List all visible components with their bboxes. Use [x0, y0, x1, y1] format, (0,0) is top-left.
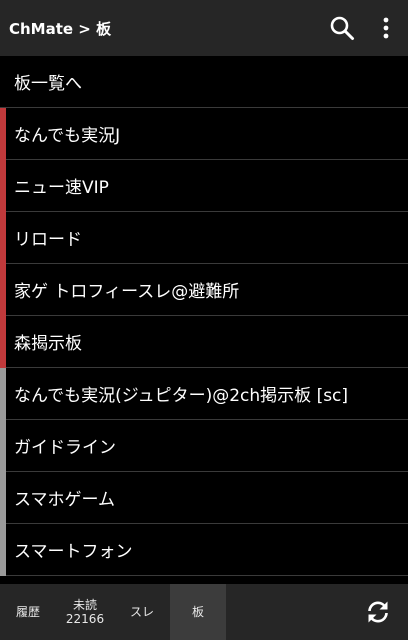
row-color-marker	[0, 264, 6, 316]
tab-board-label: 板	[191, 605, 204, 619]
refresh-icon	[368, 601, 388, 623]
more-vert-icon	[383, 17, 389, 39]
board-list-item[interactable]: ニュー速VIP	[0, 160, 408, 212]
board-label: 森揭示板	[14, 334, 82, 354]
board-list-item[interactable]: なんでも実況J	[0, 108, 408, 160]
row-color-marker	[0, 160, 6, 212]
board-list-link[interactable]: 板一覧へ	[0, 56, 408, 108]
top-app-bar: ChMate > 板	[0, 0, 408, 56]
refresh-button[interactable]	[348, 584, 408, 640]
tab-thread-label: スレ	[129, 605, 154, 619]
unread-count: 22166	[65, 612, 105, 626]
tab-history[interactable]: 履歴	[0, 584, 56, 640]
tab-thread[interactable]: スレ	[114, 584, 170, 640]
row-color-marker	[0, 316, 6, 368]
board-label: なんでも実況J	[14, 126, 121, 146]
board-list-item[interactable]: リロード	[0, 212, 408, 264]
board-list-item[interactable]: ガイドライン	[0, 420, 408, 472]
row-color-marker	[0, 108, 6, 160]
board-label: ガイドライン	[14, 438, 116, 458]
bottom-tab-bar: 履歴 未読 22166 スレ 板	[0, 584, 408, 640]
board-list-item[interactable]: スマートフォン	[0, 524, 408, 576]
page-title: ChMate > 板	[9, 19, 112, 38]
overflow-menu-button[interactable]	[364, 0, 408, 56]
search-button[interactable]	[320, 0, 364, 56]
tab-board[interactable]: 板	[170, 584, 226, 640]
board-list: 板一覧へなんでも実況J ニュー速VIP リロード家ゲ トロフィースレ@避難所 森揭示板…	[0, 56, 408, 584]
board-label: スマホゲーム	[14, 490, 115, 510]
app-window: ChMate > 板 板一覧へなんでも実況J ニュー速VIP リロード家ゲ トロフィ…	[0, 0, 408, 640]
board-label: なんでも実況(ジュピター)@2ch掲示板 [sc]	[14, 386, 349, 406]
board-list-item[interactable]: 森揭示板	[0, 316, 408, 368]
board-label: リロード	[14, 230, 82, 250]
tab-unread[interactable]: 未読 22166	[56, 584, 114, 640]
row-color-marker	[0, 472, 6, 524]
row-color-marker	[0, 524, 6, 576]
tab-history-label: 履歴	[15, 605, 40, 619]
board-label: 板一覧へ	[14, 74, 82, 94]
row-color-marker	[0, 420, 6, 472]
row-color-marker	[0, 212, 6, 264]
board-label: スマートフォン	[14, 542, 133, 562]
row-color-marker	[0, 368, 6, 420]
board-list-item[interactable]: スマホゲーム	[0, 472, 408, 524]
board-list-item[interactable]: なんでも実況(ジュピター)@2ch掲示板 [sc]	[0, 368, 408, 420]
search-icon	[330, 16, 354, 40]
board-label: ニュー速VIP	[14, 178, 109, 198]
board-label: 家ゲ トロフィースレ@避難所	[14, 282, 240, 302]
tab-unread-label: 未読	[72, 598, 97, 612]
board-list-item[interactable]: 家ゲ トロフィースレ@避難所	[0, 264, 408, 316]
